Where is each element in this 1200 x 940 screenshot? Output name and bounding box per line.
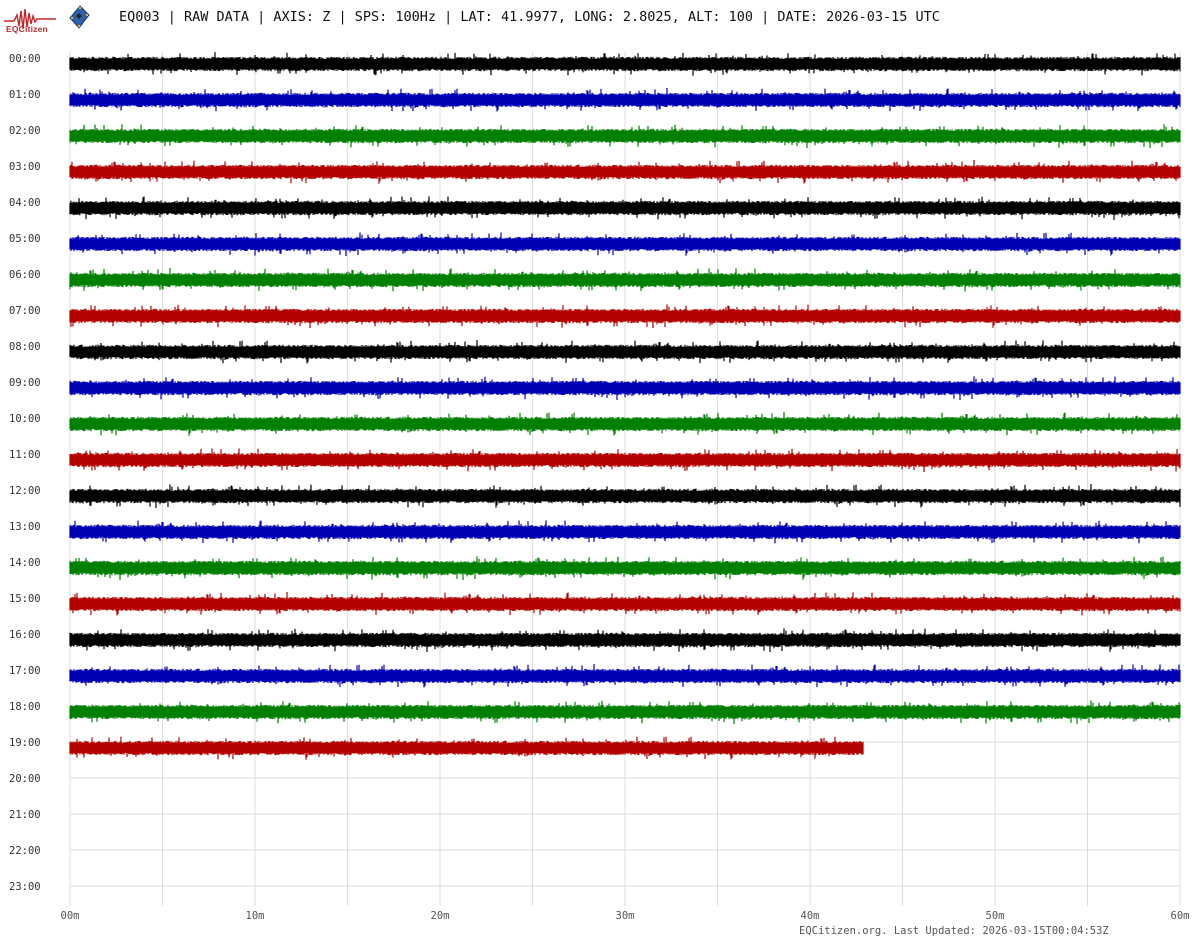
hour-label: 15:00: [9, 593, 41, 605]
hour-label: 16:00: [9, 629, 41, 641]
hour-label: 11:00: [9, 449, 41, 461]
hour-label: 12:00: [9, 485, 41, 497]
hour-label: 01:00: [9, 89, 41, 101]
hour-label: 14:00: [9, 557, 41, 569]
hour-label: 03:00: [9, 161, 41, 173]
hour-label: 06:00: [9, 269, 41, 281]
hour-label: 23:00: [9, 881, 41, 893]
x-tick-label: 20m: [431, 910, 450, 922]
last-updated-footer: EQCitizen.org. Last Updated: 2026-03-15T…: [799, 925, 1109, 937]
hour-label: 09:00: [9, 377, 41, 389]
seismogram-plot: 00:00 01:00 02:00 03:00 04:00 05:00 06:00 07:00…: [9, 52, 1190, 922]
trace-1900-line: [69, 736, 864, 760]
x-tick-label: 30m: [616, 910, 635, 922]
hour-label: 04:00: [9, 197, 41, 209]
hour-label: 13:00: [9, 521, 41, 533]
hour-label: 07:00: [9, 305, 41, 317]
hour-label: 00:00: [9, 53, 41, 65]
x-tick-label: 40m: [801, 910, 820, 922]
hour-label: 22:00: [9, 845, 41, 857]
hour-label: 18:00: [9, 701, 41, 713]
hour-label: 20:00: [9, 773, 41, 785]
x-tick-label: 00m: [61, 910, 80, 922]
hour-label: 08:00: [9, 341, 41, 353]
x-tick-label: 10m: [246, 910, 265, 922]
hour-label: 17:00: [9, 665, 41, 677]
hour-label: 10:00: [9, 413, 41, 425]
x-tick-label: 50m: [986, 910, 1005, 922]
hour-label: 05:00: [9, 233, 41, 245]
hour-label: 19:00: [9, 737, 41, 749]
x-tick-label: 60m: [1171, 910, 1190, 922]
hour-label: 02:00: [9, 125, 41, 137]
hour-label: 21:00: [9, 809, 41, 821]
